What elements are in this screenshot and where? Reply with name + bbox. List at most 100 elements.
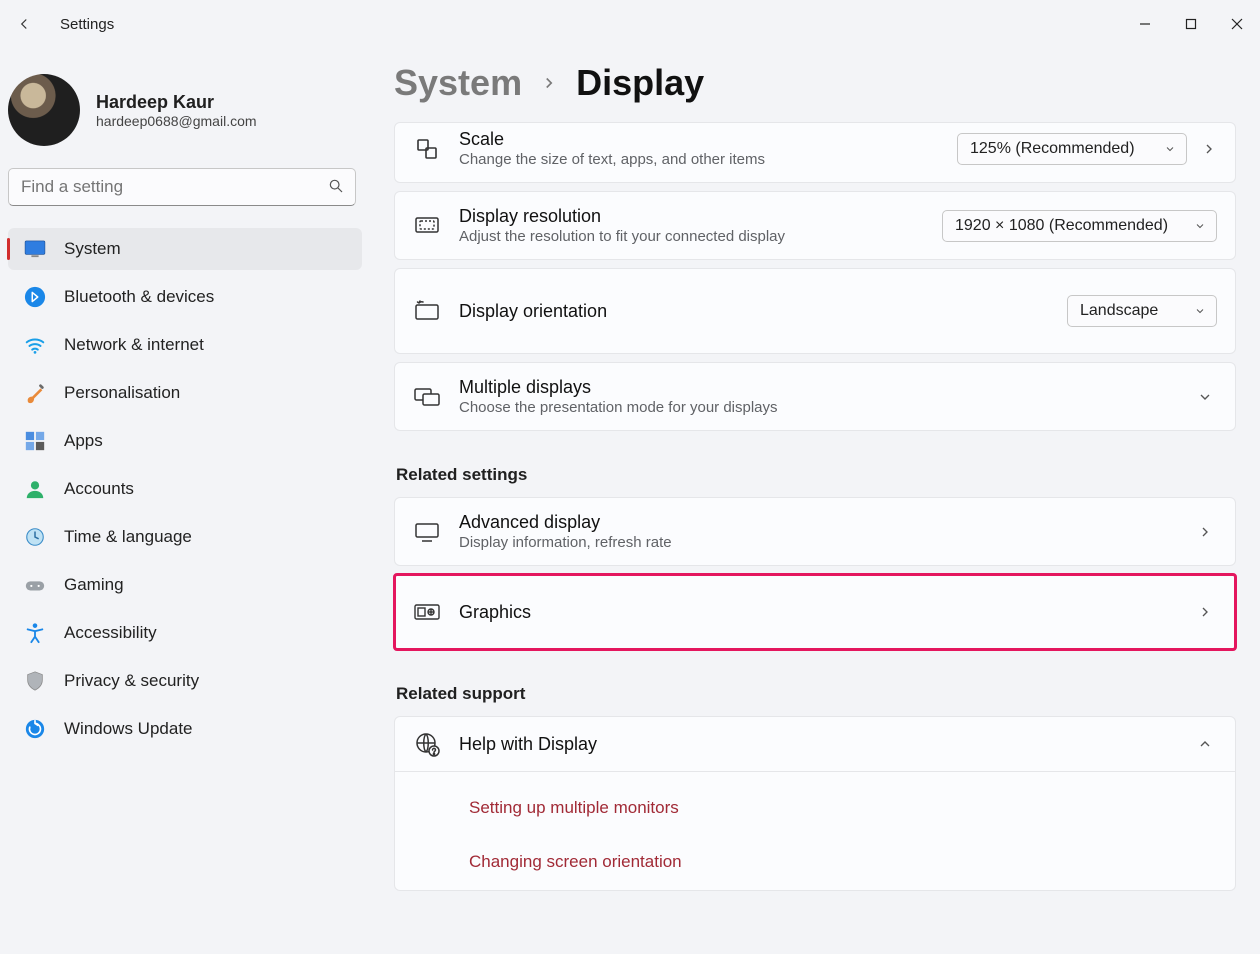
sidebar-item-bluetooth[interactable]: Bluetooth & devices xyxy=(8,276,362,318)
minimize-button[interactable] xyxy=(1122,8,1168,40)
accessibility-icon xyxy=(24,622,46,644)
card-title: Display orientation xyxy=(459,301,1049,322)
breadcrumb: System Display xyxy=(394,52,1236,122)
sidebar-item-apps[interactable]: Apps xyxy=(8,420,362,462)
avatar xyxy=(8,74,80,146)
chevron-down-icon xyxy=(1194,220,1206,232)
close-icon xyxy=(1231,18,1243,30)
window-controls xyxy=(1122,8,1260,40)
card-sub: Change the size of text, apps, and other… xyxy=(459,151,939,168)
maximize-icon xyxy=(1185,18,1197,30)
breadcrumb-current: Display xyxy=(576,62,704,104)
sidebar-item-label: Privacy & security xyxy=(64,671,199,691)
sidebar-item-label: Accessibility xyxy=(64,623,157,643)
wifi-icon xyxy=(24,334,46,356)
scale-dropdown[interactable]: 125% (Recommended) xyxy=(957,133,1187,165)
sidebar-item-label: Accounts xyxy=(64,479,134,499)
close-button[interactable] xyxy=(1214,8,1260,40)
window-title: Settings xyxy=(60,16,114,33)
back-button[interactable] xyxy=(12,12,36,36)
system-icon xyxy=(24,238,46,260)
arrow-left-icon xyxy=(15,15,33,33)
sidebar-item-gaming[interactable]: Gaming xyxy=(8,564,362,606)
sidebar: Hardeep Kaur hardeep0688@gmail.com Syste… xyxy=(0,48,370,954)
dropdown-value: 125% (Recommended) xyxy=(970,140,1135,157)
sidebar-item-time-language[interactable]: Time & language xyxy=(8,516,362,558)
card-title: Advanced display xyxy=(459,512,1175,533)
shield-icon xyxy=(24,670,46,692)
setting-card-help-with-display: Help with Display Setting up multiple mo… xyxy=(394,716,1236,891)
sidebar-item-personalisation[interactable]: Personalisation xyxy=(8,372,362,414)
setting-card-advanced-display[interactable]: Advanced display Display information, re… xyxy=(394,497,1236,566)
scale-icon xyxy=(413,137,441,161)
orientation-dropdown[interactable]: Landscape xyxy=(1067,295,1217,327)
card-title: Multiple displays xyxy=(459,377,1175,398)
graphics-icon xyxy=(413,601,441,623)
search-input[interactable] xyxy=(8,168,356,206)
sidebar-item-windows-update[interactable]: Windows Update xyxy=(8,708,362,750)
user-email: hardeep0688@gmail.com xyxy=(96,113,257,129)
sidebar-item-label: Windows Update xyxy=(64,719,193,739)
globe-help-icon xyxy=(413,731,441,757)
user-block[interactable]: Hardeep Kaur hardeep0688@gmail.com xyxy=(8,56,362,164)
sidebar-item-label: Gaming xyxy=(64,575,124,595)
chevron-right-icon[interactable] xyxy=(1193,604,1217,620)
dropdown-value: Landscape xyxy=(1080,302,1158,319)
setting-card-graphics[interactable]: Graphics xyxy=(394,574,1236,650)
dropdown-value: 1920 × 1080 (Recommended) xyxy=(955,217,1168,234)
card-sub: Adjust the resolution to fit your connec… xyxy=(459,228,924,245)
sidebar-item-label: System xyxy=(64,239,121,259)
chevron-down-icon xyxy=(1194,305,1206,317)
apps-icon xyxy=(24,430,46,452)
search-icon xyxy=(328,178,344,194)
setting-card-scale[interactable]: Scale Change the size of text, apps, and… xyxy=(394,122,1236,183)
search-box[interactable] xyxy=(8,168,356,206)
sidebar-item-label: Network & internet xyxy=(64,335,204,355)
card-title: Graphics xyxy=(459,602,1175,623)
minimize-icon xyxy=(1139,18,1151,30)
card-title: Scale xyxy=(459,129,939,150)
chevron-down-icon xyxy=(1164,143,1176,155)
person-icon xyxy=(24,478,46,500)
content-pane: System Display Scale Change the size of … xyxy=(370,48,1260,954)
sidebar-item-accessibility[interactable]: Accessibility xyxy=(8,612,362,654)
card-title: Help with Display xyxy=(459,734,1175,755)
maximize-button[interactable] xyxy=(1168,8,1214,40)
help-link-screen-orientation[interactable]: Changing screen orientation xyxy=(469,844,682,880)
bluetooth-icon xyxy=(24,286,46,308)
card-sub: Choose the presentation mode for your di… xyxy=(459,399,1175,416)
help-links-panel: Setting up multiple monitors Changing sc… xyxy=(394,772,1236,891)
section-heading-related-settings: Related settings xyxy=(396,465,1236,485)
gamepad-icon xyxy=(24,574,46,596)
sidebar-item-label: Bluetooth & devices xyxy=(64,287,214,307)
sidebar-item-label: Time & language xyxy=(64,527,192,547)
chevron-right-icon[interactable] xyxy=(1193,524,1217,540)
card-sub: Display information, refresh rate xyxy=(459,534,1175,551)
clock-globe-icon xyxy=(24,526,46,548)
resolution-dropdown[interactable]: 1920 × 1080 (Recommended) xyxy=(942,210,1217,242)
sidebar-item-label: Personalisation xyxy=(64,383,180,403)
sidebar-item-label: Apps xyxy=(64,431,103,451)
chevron-up-icon[interactable] xyxy=(1193,736,1217,752)
resolution-icon xyxy=(413,215,441,237)
update-icon xyxy=(24,718,46,740)
sidebar-item-network[interactable]: Network & internet xyxy=(8,324,362,366)
chevron-right-icon xyxy=(540,74,558,92)
chevron-down-icon[interactable] xyxy=(1193,389,1217,405)
sidebar-item-privacy[interactable]: Privacy & security xyxy=(8,660,362,702)
multiple-displays-icon xyxy=(413,386,441,408)
setting-card-resolution[interactable]: Display resolution Adjust the resolution… xyxy=(394,191,1236,260)
monitor-icon xyxy=(413,521,441,543)
section-heading-related-support: Related support xyxy=(396,684,1236,704)
paintbrush-icon xyxy=(24,382,46,404)
titlebar: Settings xyxy=(0,0,1260,48)
setting-card-multiple-displays[interactable]: Multiple displays Choose the presentatio… xyxy=(394,362,1236,431)
help-card-header[interactable]: Help with Display xyxy=(394,716,1236,772)
breadcrumb-parent[interactable]: System xyxy=(394,62,522,104)
chevron-right-icon[interactable] xyxy=(1201,141,1217,157)
sidebar-item-system[interactable]: System xyxy=(8,228,362,270)
sidebar-item-accounts[interactable]: Accounts xyxy=(8,468,362,510)
help-link-multiple-monitors[interactable]: Setting up multiple monitors xyxy=(469,790,679,826)
setting-card-orientation[interactable]: Display orientation Landscape xyxy=(394,268,1236,354)
user-name: Hardeep Kaur xyxy=(96,92,257,113)
